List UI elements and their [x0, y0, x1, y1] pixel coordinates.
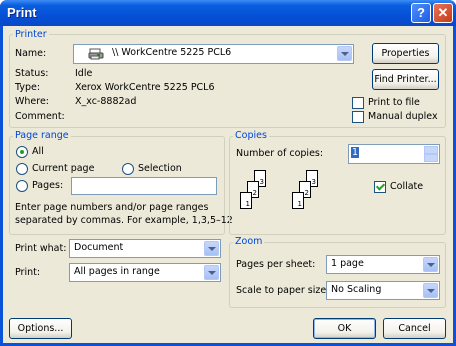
selection-label[interactable]: Selection [138, 163, 182, 174]
title-bar[interactable]: Print ? ✕ [0, 0, 456, 26]
current-page-label[interactable]: Current page [32, 163, 94, 174]
ok-button-label: OK [337, 323, 352, 334]
collate-label[interactable]: Collate [390, 181, 423, 192]
current-page-radio[interactable] [16, 163, 28, 175]
options-button[interactable]: Options... [9, 318, 72, 339]
printer-icon [88, 48, 104, 60]
help-button[interactable]: ? [411, 3, 431, 23]
where-value: X_xc-8882ad [75, 96, 137, 107]
pages-input[interactable] [71, 177, 217, 195]
page-range-hint-line2: separated by commas. For example, 1,3,5–… [15, 215, 233, 226]
close-button[interactable]: ✕ [433, 3, 453, 23]
properties-button-label: Properties [381, 48, 430, 59]
print-what-label: Print what: [15, 243, 67, 254]
pages-per-sheet-select[interactable]: 1 page [326, 255, 440, 274]
where-label: Where: [15, 96, 50, 107]
find-printer-button[interactable]: Find Printer... [372, 69, 439, 90]
chevron-down-icon[interactable] [423, 283, 438, 298]
scale-value: No Scaling [331, 284, 382, 295]
page-range-hint-line1: Enter page numbers and/or page ranges [15, 202, 209, 213]
print-to-file-label[interactable]: Print to file [368, 97, 420, 108]
print-what-select[interactable]: Document [69, 239, 221, 258]
pages-per-sheet-value: 1 page [331, 258, 364, 269]
type-value: Xerox WorkCentre 5225 PCL6 [75, 82, 215, 93]
print-what-value: Document [74, 242, 124, 253]
chevron-down-icon[interactable] [204, 241, 219, 256]
spin-down-icon[interactable] [424, 154, 438, 162]
selection-radio[interactable] [122, 163, 134, 175]
type-label: Type: [15, 82, 41, 93]
chevron-down-icon[interactable] [204, 265, 219, 280]
page-range-group-title: Page range [13, 130, 71, 141]
manual-duplex-label[interactable]: Manual duplex [368, 111, 438, 122]
status-label: Status: [15, 68, 49, 79]
pages-radio[interactable] [16, 180, 28, 192]
cancel-button-label: Cancel [398, 323, 431, 334]
properties-button[interactable]: Properties [372, 43, 439, 64]
all-pages-radio[interactable] [16, 146, 28, 158]
print-to-file-checkbox[interactable] [352, 97, 364, 109]
printer-name-label: Name: [15, 48, 47, 59]
collate-page: 1 [240, 192, 252, 209]
comment-label: Comment: [15, 111, 65, 122]
print-label: Print: [15, 267, 41, 278]
help-icon: ? [417, 5, 425, 20]
close-icon: ✕ [437, 5, 449, 20]
printer-group-title: Printer [13, 29, 49, 40]
manual-duplex-checkbox[interactable] [352, 111, 364, 123]
zoom-group-title: Zoom [233, 236, 265, 247]
copies-group-title: Copies [233, 130, 269, 141]
ok-button[interactable]: OK [313, 318, 376, 339]
status-value: Idle [75, 68, 93, 79]
window-title: Print [7, 5, 37, 20]
scale-label: Scale to paper size: [236, 285, 330, 296]
pages-label[interactable]: Pages: [32, 180, 63, 191]
pages-per-sheet-label: Pages per sheet: [236, 259, 316, 270]
cancel-button[interactable]: Cancel [383, 318, 446, 339]
scale-select[interactable]: No Scaling [326, 281, 440, 300]
chevron-down-icon[interactable] [337, 46, 352, 61]
spin-up-icon[interactable] [424, 146, 438, 154]
find-printer-button-label: Find Printer... [374, 74, 437, 85]
printer-name-value: \\ WorkCentre 5225 PCL6 [112, 47, 232, 58]
collate-illustration: 3 2 1 3 2 1 [240, 170, 340, 220]
print-dialog-window: Print ? ✕ Printer Name: \\ WorkCentre 52… [0, 0, 456, 346]
collate-page: 1 [292, 192, 304, 209]
all-pages-label[interactable]: All [32, 146, 44, 157]
print-value: All pages in range [74, 266, 160, 277]
dialog-body: Printer Name: \\ WorkCentre 5225 PCL6 Pr… [3, 26, 453, 343]
number-of-copies-label: Number of copies: [236, 148, 324, 159]
copies-value: 1 [351, 147, 360, 158]
print-select[interactable]: All pages in range [69, 263, 221, 282]
options-button-label: Options... [17, 323, 64, 334]
copies-spinner[interactable]: 1 [348, 144, 440, 164]
chevron-down-icon[interactable] [423, 257, 438, 272]
printer-name-select[interactable]: \\ WorkCentre 5225 PCL6 [73, 44, 354, 64]
collate-checkbox[interactable] [374, 181, 386, 193]
